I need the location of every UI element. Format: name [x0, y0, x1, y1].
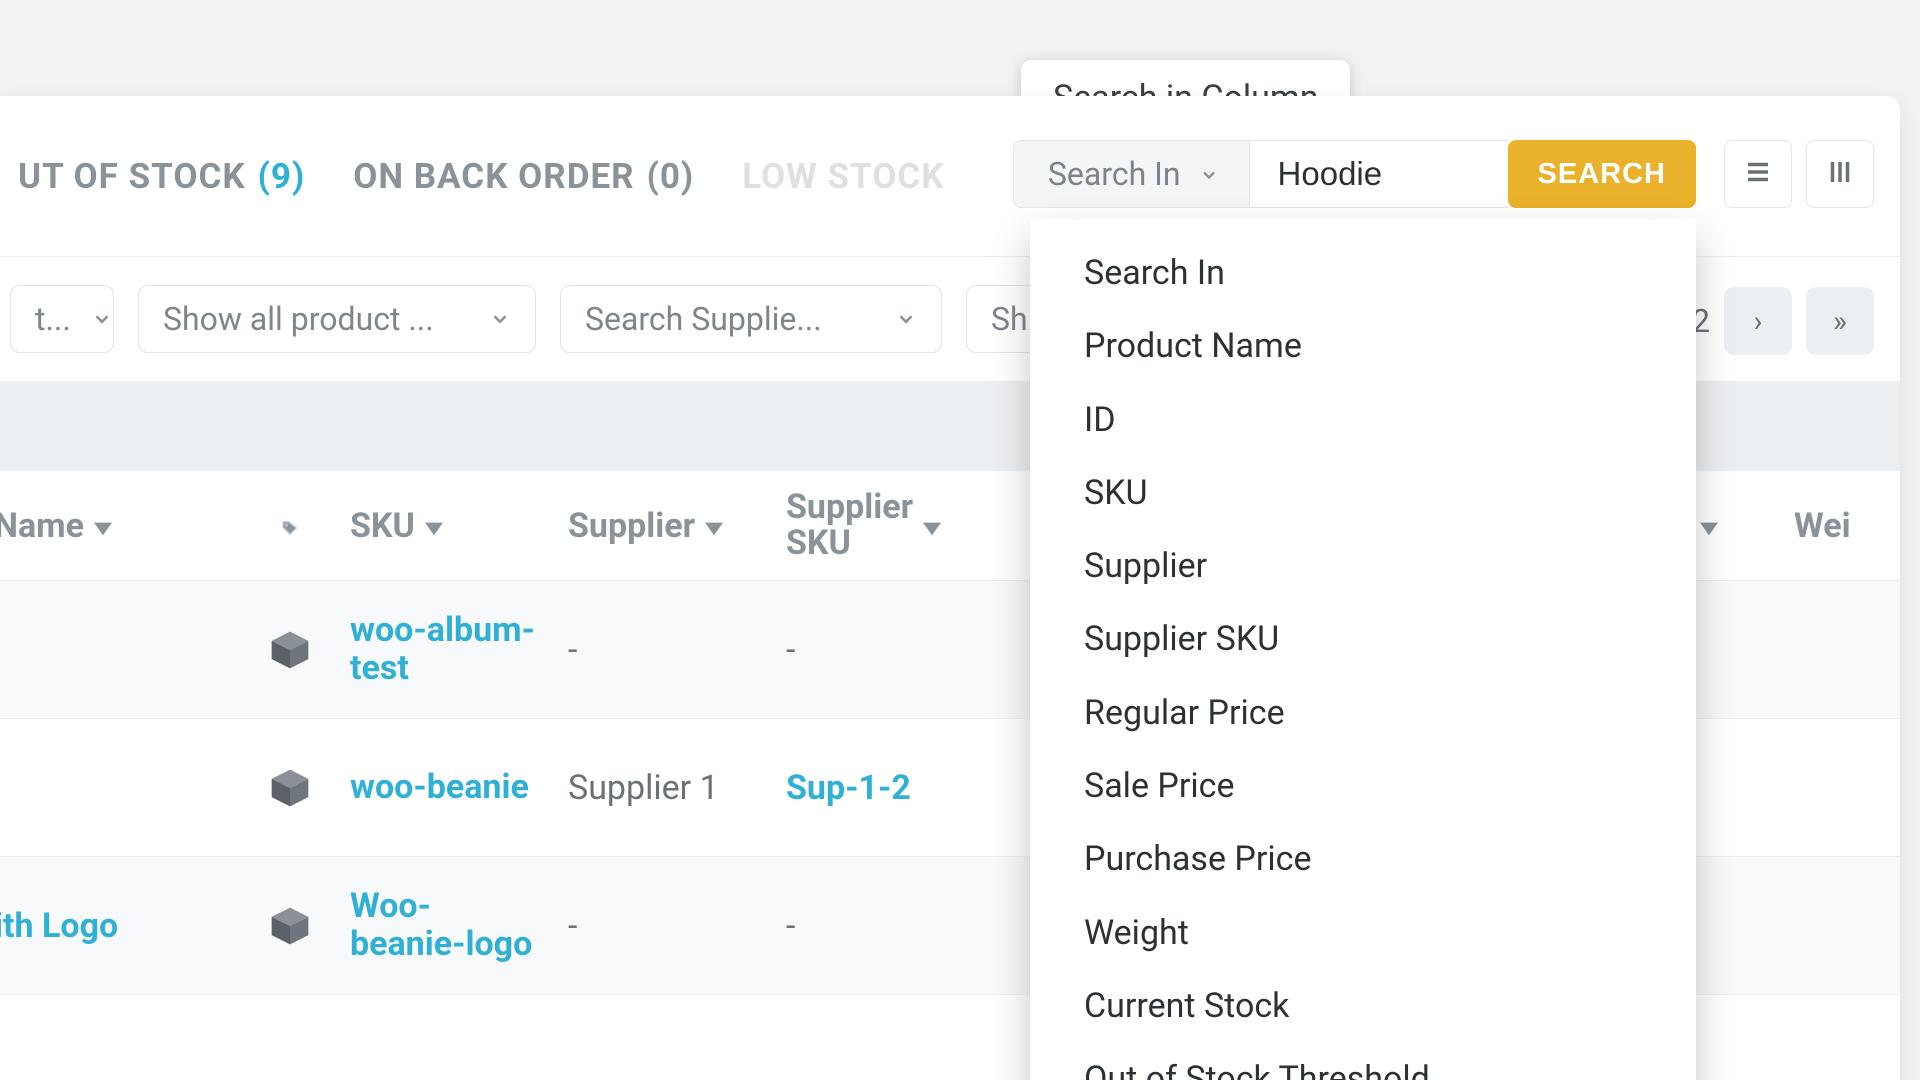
sort-caret-icon [923, 506, 941, 546]
search-in-dropdown-button[interactable]: Search In [1013, 140, 1250, 208]
tab-count: (0) [647, 156, 695, 197]
filter-product-type[interactable]: Show all product ... [138, 285, 536, 353]
page-last-button[interactable]: » [1806, 287, 1874, 355]
tab-back-order[interactable]: ON BACK ORDER (0) [353, 156, 694, 197]
tab-label: LOW STOCK [742, 156, 944, 197]
list-icon [1743, 157, 1773, 191]
chevron-down-icon [895, 300, 917, 338]
list-view-button[interactable] [1724, 140, 1792, 208]
col-label-stack: Supplier SKU [786, 490, 913, 561]
dropdown-item[interactable]: Current Stock [1030, 970, 1696, 1043]
tab-low-stock[interactable]: LOW STOCK [742, 156, 944, 197]
ssku-value: - [786, 630, 795, 670]
tab-label: ON BACK ORDER [353, 156, 634, 197]
filter-label: Search Supplie... [585, 300, 822, 338]
pagination: 2 › » [1692, 287, 1874, 355]
dropdown-item[interactable]: ID [1030, 384, 1696, 457]
sku-line2: test [350, 650, 568, 687]
chevron-down-icon [91, 300, 113, 338]
filter-label: Show all product ... [163, 300, 434, 338]
sku-line1: woo-beanie [350, 769, 568, 806]
chevron-down-icon [1199, 155, 1219, 193]
col-sku[interactable]: SKU [350, 506, 568, 546]
sku-line1: Woo- [350, 888, 568, 925]
cell-sku[interactable]: woo-album- test [350, 612, 568, 687]
col-label: Supplier [568, 506, 695, 546]
dropdown-item[interactable]: Product Name [1030, 310, 1696, 383]
cell-supplier: Supplier 1 [568, 768, 786, 808]
search-input[interactable] [1250, 140, 1508, 208]
search-in-label: Search In [1048, 155, 1181, 193]
filter-truncated-1[interactable]: t... [10, 285, 114, 353]
status-tabs: UT OF STOCK (9) ON BACK ORDER (0) LOW ST… [18, 156, 945, 197]
dropdown-item[interactable]: SKU [1030, 457, 1696, 530]
search-button[interactable]: SEARCH [1508, 140, 1696, 208]
tag-icon [281, 506, 299, 546]
tab-count: (9) [258, 156, 306, 197]
col-weight-partial[interactable]: Wei [1794, 506, 1874, 546]
col-supplier[interactable]: Supplier [568, 506, 786, 546]
filter-supplier[interactable]: Search Supplie... [560, 285, 942, 353]
col-label: Name [0, 506, 84, 546]
tab-out-of-stock[interactable]: UT OF STOCK (9) [18, 156, 305, 197]
filter-label: t... [35, 300, 71, 338]
cell-supplier-sku[interactable]: - [786, 906, 1004, 946]
col-label-line1: Supplier [786, 490, 913, 526]
page-next-button[interactable]: › [1724, 287, 1792, 355]
dropdown-item[interactable]: Regular Price [1030, 677, 1696, 750]
tab-label: UT OF STOCK [18, 156, 246, 197]
sort-caret-icon [425, 506, 443, 546]
search-cluster: Search In SEARCH [1013, 140, 1874, 208]
product-box-icon [230, 766, 350, 810]
col-supplier-sku[interactable]: Supplier SKU [786, 490, 1004, 561]
cell-sku[interactable]: Woo- beanie-logo [350, 888, 568, 963]
sort-caret-icon [94, 506, 112, 546]
dropdown-item[interactable]: Supplier [1030, 530, 1696, 603]
search-in-dropdown: Search In Product Name ID SKU Supplier S… [1030, 219, 1696, 1080]
sku-line2: beanie-logo [350, 926, 568, 963]
cell-supplier-sku[interactable]: - [786, 630, 1004, 670]
ssku-value: - [786, 906, 795, 946]
col-name[interactable]: Name [0, 506, 230, 546]
dropdown-item[interactable]: Sale Price [1030, 750, 1696, 823]
dropdown-item[interactable]: Purchase Price [1030, 823, 1696, 896]
dropdown-item[interactable]: Search In [1030, 237, 1696, 310]
product-box-icon [230, 628, 350, 672]
col-label: SKU [350, 506, 415, 546]
dropdown-item[interactable]: Out of Stock Threshold [1030, 1043, 1696, 1080]
columns-icon [1825, 157, 1855, 191]
dropdown-item[interactable]: Weight [1030, 897, 1696, 970]
cell-sku[interactable]: woo-beanie [350, 769, 568, 806]
col-label-line2: SKU [786, 526, 913, 562]
col-tag[interactable] [230, 506, 350, 546]
chevron-down-icon [489, 300, 511, 338]
cell-supplier: - [568, 906, 786, 946]
cell-supplier: - [568, 630, 786, 670]
cell-supplier-sku[interactable]: Sup-1-2 [786, 768, 1004, 808]
columns-view-button[interactable] [1806, 140, 1874, 208]
sort-caret-icon [705, 506, 723, 546]
product-box-icon [230, 904, 350, 948]
filter-label: Sh [991, 300, 1028, 338]
dropdown-item[interactable]: Supplier SKU [1030, 603, 1696, 676]
col-label: Wei [1794, 506, 1851, 546]
sku-line1: woo-album- [350, 612, 568, 649]
sort-caret-icon [1700, 506, 1718, 546]
cell-name: ith Logo [0, 906, 230, 946]
